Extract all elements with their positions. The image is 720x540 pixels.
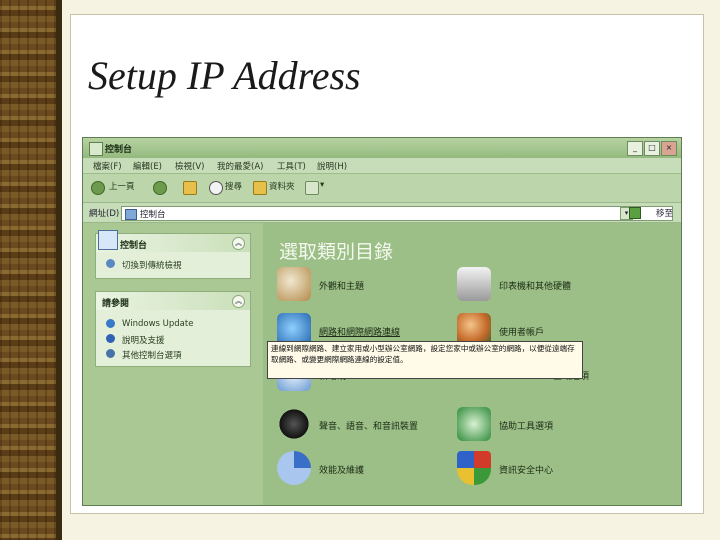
appearance-icon — [277, 267, 311, 301]
other-options-link[interactable]: 其他控制台選項 — [96, 346, 250, 366]
performance-icon — [277, 451, 311, 485]
printer-icon — [457, 267, 491, 301]
accessibility-icon — [457, 407, 491, 441]
collapse-chevron-icon[interactable]: ︽ — [232, 237, 245, 250]
minimize-button[interactable]: _ — [627, 141, 643, 156]
menu-favorites[interactable]: 我的最愛(A) — [217, 160, 263, 172]
menu-view[interactable]: 檢視(V) — [175, 160, 204, 172]
windows-update-icon — [106, 319, 115, 328]
address-label: 網址(D) — [89, 209, 120, 219]
control-panel-box-header[interactable]: 控制台 ︽ — [96, 230, 250, 252]
search-icon — [209, 181, 223, 195]
see-also-title: 請參閱 — [102, 299, 130, 309]
control-panel-icon — [89, 142, 103, 156]
toolbar: 上一頁 搜尋 資料夾 ▾ — [83, 174, 681, 203]
slide-title: Setup IP Address — [88, 53, 361, 98]
decorative-stripe — [56, 0, 62, 540]
control-panel-box-title: 控制台 — [120, 241, 148, 251]
network-tooltip: 連線到網際網路、建立家用或小型辦公室網路，設定您家中或辦公室的網路，以便從遠端存… — [267, 341, 583, 379]
views-dropdown[interactable]: ▾ — [320, 180, 324, 190]
back-arrow-icon[interactable] — [91, 181, 105, 195]
views-icon[interactable] — [305, 181, 319, 195]
address-bar: 網址(D) 控制台 ▾ 移至 — [83, 203, 681, 223]
maximize-button[interactable]: □ — [644, 141, 660, 156]
control-panel-small-icon — [125, 209, 137, 220]
menu-help[interactable]: 說明(H) — [317, 160, 347, 172]
menu-tools[interactable]: 工具(T) — [277, 160, 306, 172]
sound-icon — [277, 407, 311, 441]
see-also-box-header[interactable]: 請參閱 ︽ — [96, 292, 250, 310]
control-panel-window: 控制台 _ □ × 檔案(F) 編輯(E) 檢視(V) 我的最愛(A) 工具(T… — [82, 137, 682, 506]
help-icon — [106, 334, 115, 343]
decorative-wood-border — [0, 0, 56, 540]
security-center-icon — [457, 451, 491, 485]
collapse-chevron-icon[interactable]: ︽ — [232, 295, 245, 308]
help-support-link[interactable]: 說明及支援 — [96, 331, 250, 346]
other-options-icon — [106, 349, 115, 358]
menu-file[interactable]: 檔案(F) — [93, 160, 122, 172]
menu-edit[interactable]: 編輯(E) — [133, 160, 162, 172]
control-panel-box: 控制台 ︽ 切換到傳統檢視 — [95, 230, 251, 279]
forward-arrow-icon[interactable] — [153, 181, 167, 195]
search-button[interactable]: 搜尋 — [225, 180, 242, 192]
switch-classic-view-link[interactable]: 切換到傳統檢視 — [96, 252, 250, 278]
address-input[interactable]: 控制台 — [121, 206, 673, 221]
window-title: 控制台 — [105, 145, 133, 155]
back-button[interactable]: 上一頁 — [109, 180, 135, 192]
up-folder-icon[interactable] — [183, 181, 197, 195]
go-button[interactable]: 移至 — [656, 207, 673, 219]
folders-button[interactable]: 資料夾 — [269, 180, 295, 192]
left-task-pane: 控制台 ︽ 切換到傳統檢視 請參閱 ︽ Windows Update 說明及支援 — [83, 223, 263, 505]
folders-icon — [253, 181, 267, 195]
menu-bar: 檔案(F) 編輯(E) 檢視(V) 我的最愛(A) 工具(T) 說明(H) — [83, 158, 681, 194]
classic-view-icon — [106, 259, 115, 268]
control-panel-box-icon — [98, 230, 118, 250]
address-value: 控制台 — [140, 210, 166, 220]
windows-update-link[interactable]: Windows Update — [96, 316, 250, 331]
go-arrow-icon[interactable] — [629, 207, 641, 219]
close-button[interactable]: × — [661, 141, 677, 156]
category-heading: 選取類別目錄 — [279, 241, 394, 263]
title-bar[interactable]: 控制台 _ □ × — [83, 138, 681, 158]
see-also-box: 請參閱 ︽ Windows Update 說明及支援 其他控制台選項 — [95, 291, 251, 367]
